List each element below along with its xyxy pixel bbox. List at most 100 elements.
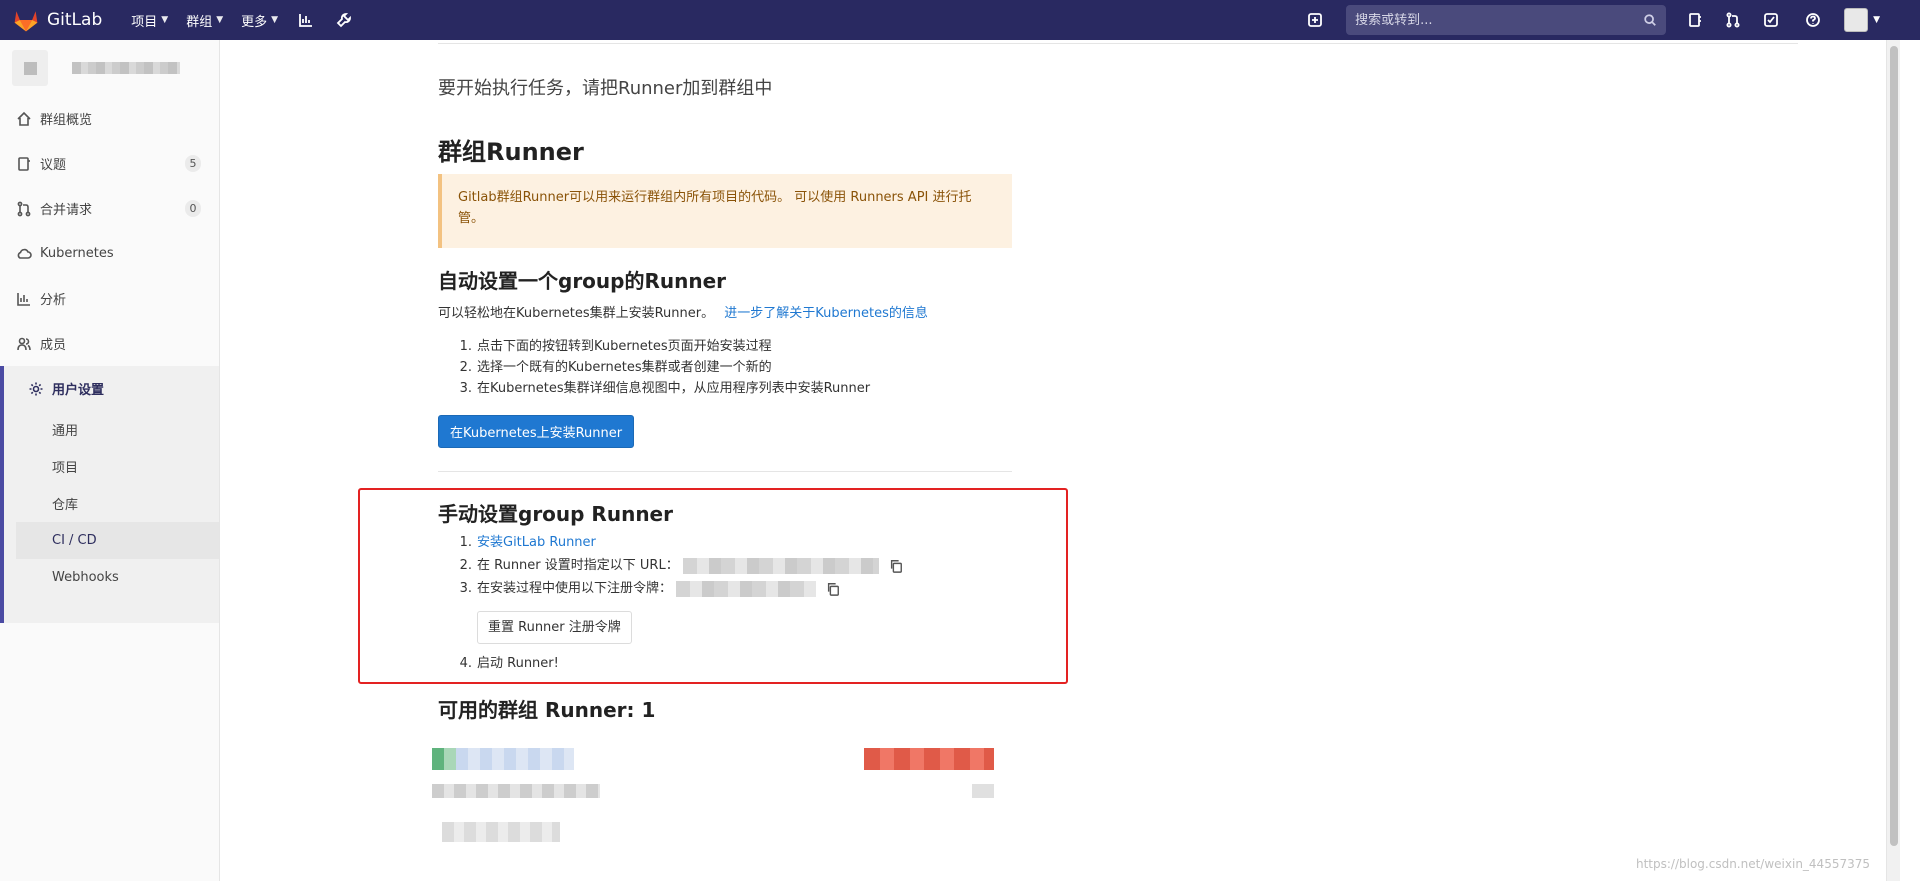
auto-setup-steps: 1. 点击下面的按钮转到Kubernetes页面开始安装过程 2. 选择一个既有的K… xyxy=(458,336,871,399)
nav-groups[interactable]: 群组 ▼ xyxy=(177,0,232,40)
sidebar-item-merge-requests[interactable]: 合并请求 0 xyxy=(0,186,219,231)
step-number: 4. xyxy=(459,656,472,671)
sidebar-item-analytics[interactable]: 分析 xyxy=(0,276,219,321)
step-text: 在Kubernetes集群详细信息视图中，从应用程序列表中安装Runner xyxy=(477,381,871,396)
chevron-down-icon: ▼ xyxy=(1873,15,1880,25)
runner-tags-redacted xyxy=(442,822,560,842)
auto-setup-desc-text: 可以轻松地在Kubernetes集群上安装Runner。 xyxy=(438,306,715,321)
scrollbar-thumb[interactable] xyxy=(1890,46,1898,846)
sidebar-item-label: 议题 xyxy=(40,158,67,173)
copy-token-icon[interactable] xyxy=(826,582,840,596)
nav-more-label: 更多 xyxy=(241,14,268,30)
top-navbar: GitLab 项目 ▼ 群组 ▼ 更多 ▼ 搜索或转到... ▼ xyxy=(0,0,1920,40)
runner-url-redacted xyxy=(682,557,879,574)
avatar xyxy=(1844,8,1869,32)
available-runners-title: 可用的群组 Runner: 1 xyxy=(438,698,656,722)
sidebar-subitem-projects[interactable]: 项目 xyxy=(16,448,219,485)
search-input[interactable] xyxy=(1355,12,1644,28)
step-number: 3. xyxy=(459,581,472,596)
step-number: 1. xyxy=(459,535,472,550)
divider xyxy=(438,43,1798,44)
sidebar-item-label: 合并请求 xyxy=(40,203,93,218)
sidebar-subitem-general[interactable]: 通用 xyxy=(16,411,219,448)
new-item-icon[interactable] xyxy=(1292,0,1338,40)
runner-status-redacted xyxy=(432,748,456,770)
mr-count-badge: 0 xyxy=(185,200,201,217)
copy-url-icon[interactable] xyxy=(889,559,903,573)
subitem-label: 项目 xyxy=(52,461,79,476)
step-text: 选择一个既有的Kubernetes集群或者创建一个新的 xyxy=(477,360,772,375)
issues-count-badge: 5 xyxy=(185,155,201,172)
auto-setup-title: 自动设置一个group的Runner xyxy=(438,269,727,293)
subitem-label: CI / CD xyxy=(52,533,97,548)
step-text: 点击下面的按钮转到Kubernetes页面开始安装过程 xyxy=(477,339,772,354)
manual-setup-steps: 1. 安装GitLab Runner 2. 在 Runner 设置时指定以下 URL… xyxy=(458,532,903,674)
brand-name: GitLab xyxy=(47,10,103,30)
install-gitlab-runner-link[interactable]: 安装GitLab Runner xyxy=(477,532,596,553)
chevron-down-icon: ▼ xyxy=(161,15,169,25)
nav-right: ▼ xyxy=(1292,0,1920,40)
list-item: 4. 启动 Runner! xyxy=(458,653,903,674)
runner-meta-right-redacted xyxy=(972,784,994,798)
help-icon[interactable] xyxy=(1790,0,1836,40)
main-content: 要开始执行任务，请把Runner加到群组中 群组Runner Gitlab群组R… xyxy=(220,40,1900,881)
merge-requests-icon[interactable] xyxy=(1714,0,1752,40)
alert-text: Gitlab群组Runner可以用来运行群组内所有项目的代码。 可以使用 Run… xyxy=(458,190,972,226)
sidebar-item-settings[interactable]: 用户设置 xyxy=(16,366,219,411)
wrench-icon[interactable] xyxy=(325,0,363,40)
group-header[interactable] xyxy=(0,40,219,96)
subitem-label: 通用 xyxy=(52,424,79,439)
nav-groups-label: 群组 xyxy=(186,14,213,30)
nav-menu: 项目 ▼ 群组 ▼ 更多 ▼ xyxy=(122,0,363,40)
subitem-label: Webhooks xyxy=(52,570,119,585)
sidebar-item-label: 用户设置 xyxy=(52,383,105,398)
sidebar-subitem-webhooks[interactable]: Webhooks xyxy=(16,559,219,596)
list-item: 3. 在安装过程中使用以下注册令牌： xyxy=(458,578,903,599)
search-box[interactable] xyxy=(1346,5,1667,35)
todo-sidebar-icon[interactable] xyxy=(1676,0,1714,40)
runner-name-redacted[interactable] xyxy=(456,748,574,770)
install-runner-kubernetes-button[interactable]: 在Kubernetes上安装Runner xyxy=(438,415,635,448)
scrollbar[interactable] xyxy=(1886,40,1900,881)
divider xyxy=(438,471,1012,472)
todos-icon[interactable] xyxy=(1752,0,1790,40)
sidebar-item-overview[interactable]: 群组概览 xyxy=(0,96,219,141)
nav-projects-label: 项目 xyxy=(131,14,158,30)
sidebar: 群组概览 议题 5 合并请求 0 Kubernetes 分析 成员 用户设置 通… xyxy=(0,40,220,881)
list-item: 2. 选择一个既有的Kubernetes集群或者创建一个新的 xyxy=(458,357,870,378)
list-item: 3. 在Kubernetes集群详细信息视图中，从应用程序列表中安装Runner xyxy=(458,378,871,399)
issues-icon xyxy=(18,156,30,171)
sidebar-item-label: 成员 xyxy=(40,338,67,353)
runner-action-redacted[interactable] xyxy=(864,748,994,770)
sidebar-item-issues[interactable]: 议题 5 xyxy=(0,141,219,186)
merge-request-icon xyxy=(17,201,31,216)
subitem-label: 仓库 xyxy=(52,498,79,513)
list-item: 1. 安装GitLab Runner xyxy=(458,532,903,553)
chevron-down-icon: ▼ xyxy=(271,15,279,25)
manual-setup-title: 手动设置group Runner xyxy=(438,502,673,526)
group-avatar xyxy=(12,50,48,86)
user-menu[interactable]: ▼ xyxy=(1844,8,1880,32)
step-number: 3. xyxy=(459,381,472,396)
group-name-redacted xyxy=(72,62,180,74)
sidebar-subitem-repository[interactable]: 仓库 xyxy=(16,485,219,522)
step-number: 1. xyxy=(459,339,472,354)
step-text: 在安装过程中使用以下注册令牌： xyxy=(477,581,673,596)
activity-chart-icon[interactable] xyxy=(287,0,325,40)
kubernetes-learn-more-link[interactable]: 进一步了解关于Kubernetes的信息 xyxy=(724,306,928,321)
group-runner-title: 群组Runner xyxy=(438,138,584,166)
users-icon xyxy=(17,337,31,350)
sidebar-item-members[interactable]: 成员 xyxy=(0,321,219,366)
sidebar-item-kubernetes[interactable]: Kubernetes xyxy=(0,231,219,276)
sidebar-subitem-ci-cd[interactable]: CI / CD xyxy=(16,522,219,559)
nav-more[interactable]: 更多 ▼ xyxy=(232,0,287,40)
step-number: 2. xyxy=(459,558,472,573)
gear-icon xyxy=(29,382,43,395)
gitlab-logo[interactable]: GitLab xyxy=(12,6,102,34)
runner-meta-redacted xyxy=(432,784,600,798)
cloud-icon xyxy=(17,248,32,259)
nav-projects[interactable]: 项目 ▼ xyxy=(122,0,177,40)
tanuki-icon xyxy=(14,11,38,32)
reset-registration-token-button[interactable]: 重置 Runner 注册令牌 xyxy=(477,610,632,644)
chart-icon xyxy=(17,292,30,306)
